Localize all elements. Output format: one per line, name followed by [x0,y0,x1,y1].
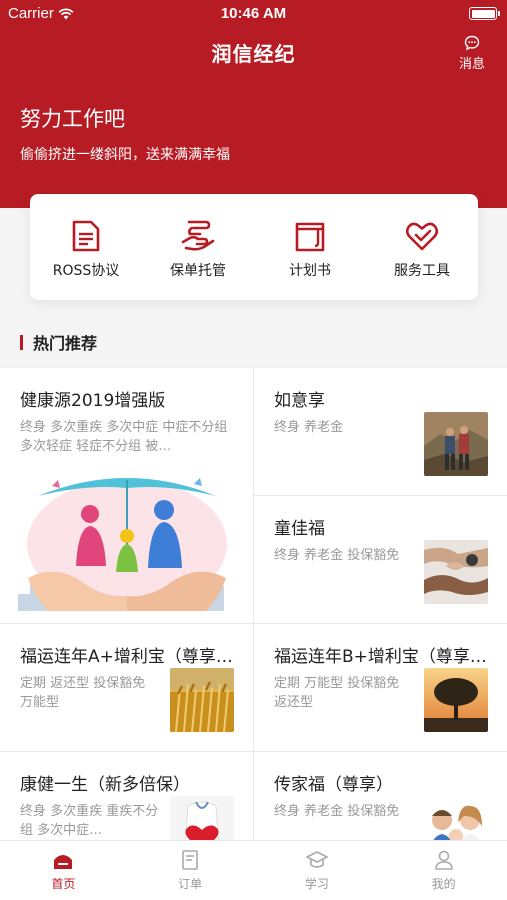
product-card[interactable]: 福运连年A+增利宝（尊享… 定期 返还型 投保豁免 万能型 [0,624,253,751]
grid-divider [0,623,507,624]
product-tags: 终身 养老金 投保豁免 [274,804,400,819]
sunset-tree-image [424,668,488,732]
grid-divider-vertical [253,368,254,840]
tab-profile[interactable]: 我的 [380,841,507,900]
section-accent-bar [20,334,23,350]
header-banner: Carrier 10:46 AM 润信经纪 消息 努力工作吧 偷偷挤进一缕斜阳，… [0,0,507,208]
status-bar: Carrier 10:46 AM [0,0,507,28]
section-title: 热门推荐 [33,334,98,353]
product-tags: 终身 多次重疾 多次中症 中症不分组 多次轻症 轻症不分组 被… [20,420,228,454]
product-name: 康健一生（新多倍保） [20,775,190,795]
tab-label: 订单 [178,877,203,891]
product-tags: 终身 多次重疾 重疾不分组 多次中症… [20,804,159,838]
product-name: 童佳福 [274,519,325,539]
product-card[interactable]: 健康源2019增强版 终身 多次重疾 多次中症 中症不分组 多次轻症 轻症不分组… [0,368,253,623]
tab-home[interactable]: 首页 [0,841,127,900]
hikers-image [424,412,488,476]
order-icon [182,850,198,870]
clock: 10:46 AM [220,5,287,22]
grid-divider [254,495,507,496]
quick-policy-custody[interactable]: 保单托管 [142,194,254,300]
product-tags: 定期 万能型 投保豁免 返还型 [274,676,400,710]
product-tags: 终身 养老金 投保豁免 [274,548,400,563]
heart-icon [405,222,439,251]
product-grid: 健康源2019增强版 终身 多次重疾 多次中症 中症不分组 多次轻症 轻症不分组… [0,367,507,840]
doctor-heart-image [170,796,234,840]
tab-learning[interactable]: 学习 [254,841,381,900]
document-icon [72,220,100,252]
hero-title: 努力工作吧 [20,107,125,131]
quick-label: 保单托管 [170,263,226,279]
hand-icon [181,220,215,251]
message-label: 消息 [458,57,485,72]
product-name: 福运连年A+增利宝（尊享… [20,647,233,667]
tab-label: 学习 [304,877,329,891]
quick-label: 服务工具 [394,263,450,279]
product-name: 福运连年B+增利宝（尊享… [274,647,487,667]
product-card[interactable]: 福运连年B+增利宝（尊享… 定期 万能型 投保豁免 返还型 [254,624,507,751]
quick-ross-agreement[interactable]: ROSS协议 [30,194,142,300]
happy-family-image [424,796,488,840]
wheat-field-image [170,668,234,732]
home-icon [54,855,73,869]
chat-icon [464,35,480,51]
product-card[interactable]: 如意享 终身 养老金 [254,368,507,495]
quick-service-tools[interactable]: 服务工具 [366,194,478,300]
quick-actions-card: ROSS协议 保单托管 计划书 服务工具 [30,194,478,300]
tab-label: 首页 [51,877,76,891]
section-header: 热门推荐 [20,330,97,354]
message-button[interactable]: 消息 [459,35,485,72]
quick-label: ROSS协议 [52,263,120,279]
app-title: 润信经纪 [211,42,296,66]
user-icon [434,850,453,870]
tab-orders[interactable]: 订单 [127,841,254,900]
grid-divider [0,751,507,752]
product-name: 如意享 [274,391,325,411]
folder-icon [295,222,325,252]
product-tags: 定期 返还型 投保豁免 万能型 [20,676,146,710]
product-card[interactable]: 传家福（尊享） 终身 养老金 投保豁免 [254,752,507,840]
product-card[interactable]: 康健一生（新多倍保） 终身 多次重疾 重疾不分组 多次中症… [0,752,253,840]
product-tags: 终身 养老金 [274,420,344,435]
graduation-cap-icon [306,851,328,868]
product-card[interactable]: 童佳福 终身 养老金 投保豁免 [254,496,507,623]
product-name: 健康源2019增强版 [20,391,166,411]
tab-label: 我的 [431,877,456,891]
family-hands-image [424,540,488,604]
family-umbrella-image [18,466,236,611]
hero-subtitle: 偷偷挤进一缕斜阳，送来满满幸福 [20,147,230,163]
quick-label: 计划书 [289,263,331,279]
tab-bar: 首页 订单 学习 我的 [0,840,507,900]
battery-icon [469,7,500,20]
quick-plan-book[interactable]: 计划书 [254,194,366,300]
product-name: 传家福（尊享） [274,775,393,795]
